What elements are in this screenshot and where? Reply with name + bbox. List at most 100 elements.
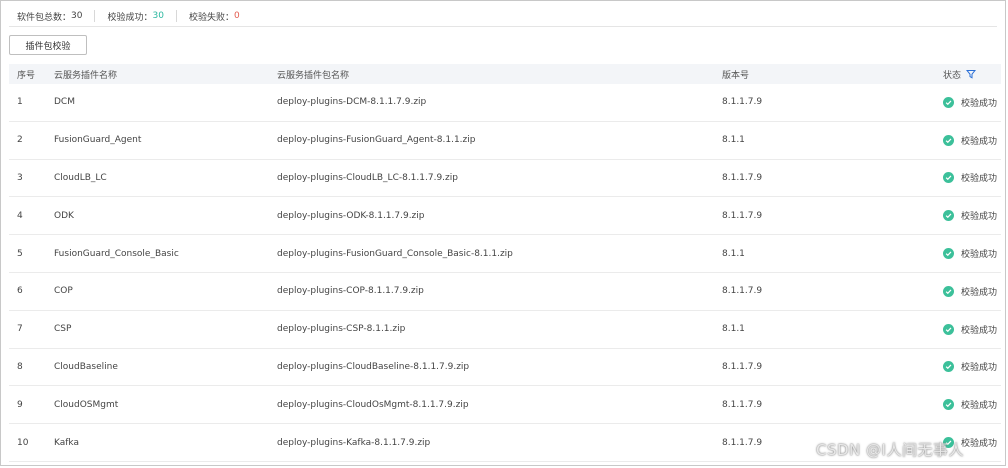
row-status: 校验成功	[943, 323, 997, 336]
row-status-label: 校验成功	[961, 98, 998, 109]
table-row[interactable]: 1 DCM deploy-plugins-DCM-8.1.1.7.9.zip 8…	[9, 84, 1001, 122]
row-version: 8.1.1	[722, 135, 745, 146]
row-file-name: deploy-plugins-ODK-8.1.1.7.9.zip	[277, 210, 425, 221]
row-index: 7	[17, 324, 23, 335]
row-version: 8.1.1.7.9	[722, 210, 763, 221]
row-version: 8.1.1.7.9	[722, 437, 763, 448]
header-version: 版本号	[722, 70, 750, 81]
row-status-label: 校验成功	[961, 363, 998, 374]
check-circle-icon	[943, 210, 954, 222]
row-service-name: CSP	[54, 324, 72, 335]
row-status: 校验成功	[943, 398, 997, 411]
header-status-label: 状态	[943, 70, 962, 81]
divider	[9, 26, 997, 27]
table-row[interactable]: 9 CloudOSMgmt deploy-plugins-CloudOsMgmt…	[9, 386, 1001, 425]
row-index: 3	[17, 172, 23, 183]
header-status: 状态	[943, 68, 977, 81]
row-service-name: CloudBaseline	[54, 361, 118, 372]
row-status: 校验成功	[943, 134, 997, 147]
row-version: 8.1.1.7.9	[722, 97, 763, 108]
row-status: 校验成功	[943, 247, 997, 260]
check-circle-icon	[943, 172, 954, 184]
row-status: 校验成功	[943, 171, 997, 184]
table-row[interactable]: 6 COP deploy-plugins-COP-8.1.1.7.9.zip 8…	[9, 273, 1001, 311]
table-header: 序号 云服务插件名称 云服务插件包名称 版本号 状态	[9, 64, 1001, 84]
row-index: 6	[17, 286, 23, 297]
summary-total: 软件包总数： 30	[17, 10, 82, 23]
row-index: 4	[17, 210, 23, 221]
row-status: 校验成功	[943, 209, 997, 222]
row-status-label: 校验成功	[961, 250, 998, 261]
page-frame: 软件包总数： 30 校验成功： 30 校验失败： 0 插件包校验 序号 云服务插…	[0, 0, 1006, 466]
table-row[interactable]: 7 CSP deploy-plugins-CSP-8.1.1.zip 8.1.1…	[9, 311, 1001, 349]
row-index: 10	[17, 437, 29, 448]
row-status: 校验成功	[943, 360, 997, 373]
row-file-name: deploy-plugins-FusionGuard_Console_Basic…	[277, 248, 513, 259]
row-index: 8	[17, 361, 23, 372]
row-status-label: 校验成功	[961, 325, 998, 336]
row-service-name: CloudLB_LC	[54, 172, 107, 183]
header-file-name: 云服务插件包名称	[277, 70, 350, 81]
row-service-name: Kafka	[54, 437, 79, 448]
row-status: 校验成功	[943, 285, 997, 298]
row-status-label: 校验成功	[961, 136, 998, 147]
row-service-name: CloudOSMgmt	[54, 399, 119, 410]
table-row[interactable]: 2 FusionGuard_Agent deploy-plugins-Fusio…	[9, 122, 1001, 160]
row-version: 8.1.1	[722, 248, 745, 259]
summary-success-label: 校验成功：	[107, 12, 153, 23]
table-row[interactable]: 5 FusionGuard_Console_Basic deploy-plugi…	[9, 235, 1001, 273]
summary-separator	[94, 10, 96, 22]
check-circle-icon	[943, 134, 954, 146]
row-status-label: 校验成功	[961, 212, 998, 223]
row-file-name: deploy-plugins-CloudBaseline-8.1.1.7.9.z…	[277, 361, 470, 372]
table-row[interactable]: 3 CloudLB_LC deploy-plugins-CloudLB_LC-8…	[9, 160, 1001, 198]
summary-fail-label: 校验失败：	[188, 12, 234, 23]
summary-fail: 校验失败： 0	[189, 10, 240, 23]
row-status: 校验成功	[943, 96, 997, 109]
row-file-name: deploy-plugins-Kafka-8.1.1.7.9.zip	[277, 437, 431, 448]
row-status-label: 校验成功	[961, 401, 998, 412]
check-circle-icon	[943, 248, 954, 260]
summary-success: 校验成功： 30	[107, 10, 163, 23]
table-row[interactable]: 4 ODK deploy-plugins-ODK-8.1.1.7.9.zip 8…	[9, 197, 1001, 236]
row-index: 9	[17, 399, 23, 410]
row-version: 8.1.1.7.9	[722, 399, 763, 410]
row-file-name: deploy-plugins-FusionGuard_Agent-8.1.1.z…	[277, 135, 476, 146]
summary-bar: 软件包总数： 30 校验成功： 30 校验失败： 0	[17, 9, 240, 23]
table-row[interactable]: 8 CloudBaseline deploy-plugins-CloudBase…	[9, 349, 1001, 387]
row-version: 8.1.1	[722, 324, 745, 335]
row-service-name: FusionGuard_Console_Basic	[54, 248, 179, 259]
row-service-name: COP	[54, 286, 73, 297]
check-circle-icon	[943, 285, 954, 297]
row-version: 8.1.1.7.9	[722, 361, 763, 372]
row-file-name: deploy-plugins-CloudOsMgmt-8.1.1.7.9.zip	[277, 399, 469, 410]
row-file-name: deploy-plugins-CSP-8.1.1.zip	[277, 324, 406, 335]
row-service-name: FusionGuard_Agent	[54, 135, 142, 146]
row-status-label: 校验成功	[961, 174, 998, 185]
row-file-name: deploy-plugins-COP-8.1.1.7.9.zip	[277, 286, 424, 297]
header-service-name: 云服务插件名称	[54, 70, 118, 81]
filter-icon[interactable]	[966, 69, 977, 79]
row-index: 2	[17, 135, 23, 146]
row-version: 8.1.1.7.9	[722, 172, 763, 183]
check-circle-icon	[943, 399, 954, 411]
verify-plugin-button[interactable]: 插件包校验	[9, 35, 87, 55]
row-status-label: 校验成功	[961, 287, 998, 298]
summary-separator	[175, 10, 177, 22]
row-version: 8.1.1.7.9	[722, 286, 763, 297]
summary-total-label: 软件包总数：	[17, 12, 72, 23]
header-index: 序号	[17, 70, 36, 81]
summary-fail-value: 0	[233, 11, 240, 21]
row-file-name: deploy-plugins-DCM-8.1.1.7.9.zip	[277, 97, 427, 108]
row-file-name: deploy-plugins-CloudLB_LC-8.1.1.7.9.zip	[277, 172, 458, 183]
check-circle-icon	[943, 323, 954, 335]
plugin-table: 序号 云服务插件名称 云服务插件包名称 版本号 状态 1 DCM deploy-…	[9, 64, 1001, 462]
check-circle-icon	[943, 96, 954, 108]
row-index: 5	[17, 248, 23, 259]
summary-total-value: 30	[71, 11, 83, 21]
row-status-label: 校验成功	[961, 439, 998, 450]
row-service-name: DCM	[54, 97, 75, 108]
table-body: 1 DCM deploy-plugins-DCM-8.1.1.7.9.zip 8…	[9, 84, 1001, 462]
watermark: CSDN @I人间无事人	[816, 441, 964, 459]
check-circle-icon	[943, 361, 954, 373]
